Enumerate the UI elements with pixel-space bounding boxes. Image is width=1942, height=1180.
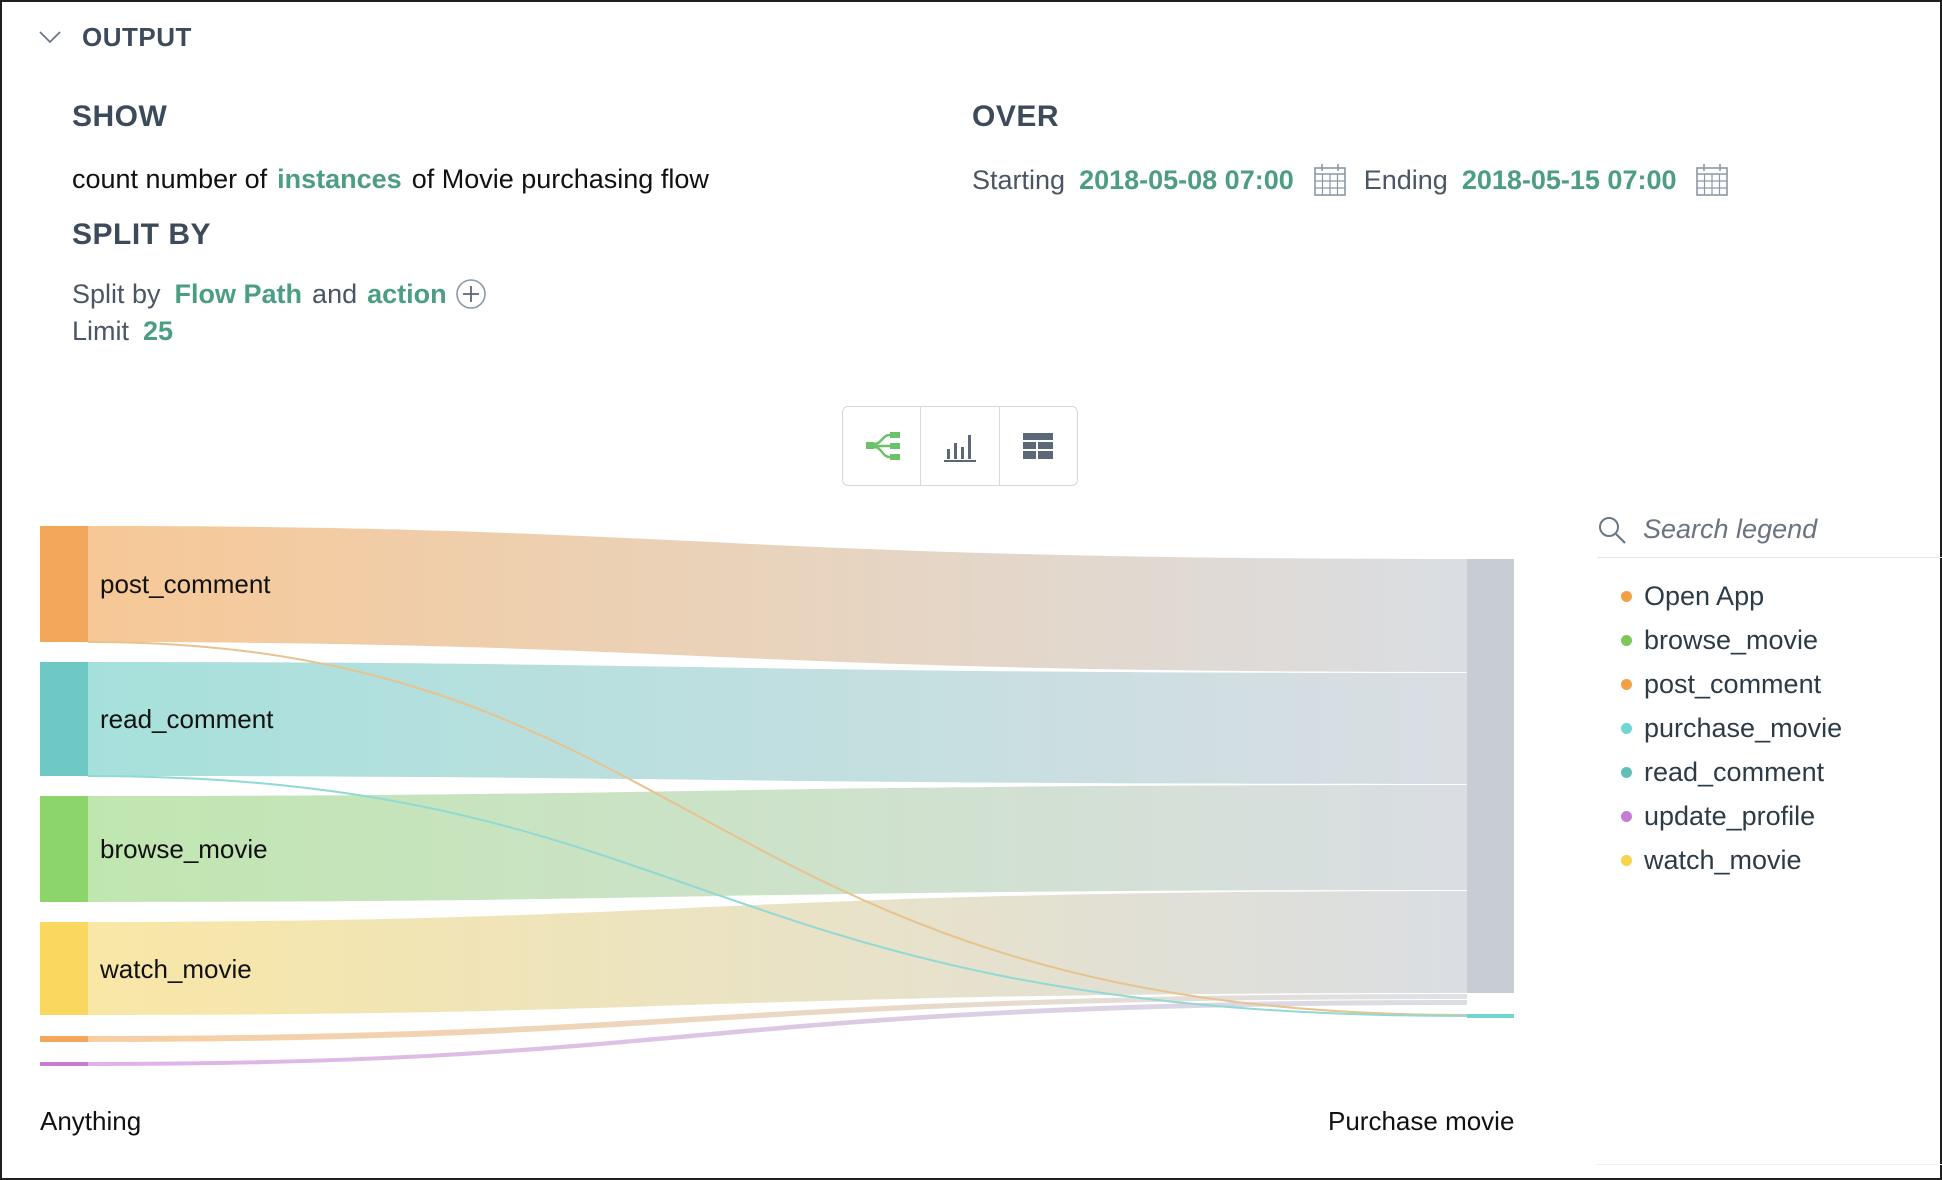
- legend-item-update-profile[interactable]: update_profile: [1621, 794, 1842, 838]
- legend-swatch: [1621, 722, 1632, 734]
- split-by-heading: SPLIT BY: [72, 218, 212, 251]
- node-label-watch_movie: watch_movie: [99, 954, 252, 984]
- bar-chart-view-button[interactable]: [920, 407, 998, 485]
- legend-item-label: purchase_movie: [1644, 712, 1843, 743]
- legend-swatch: [1621, 634, 1632, 646]
- search-icon: [1599, 516, 1626, 544]
- end-date-value[interactable]: 2018-05-15 07:00: [1462, 165, 1677, 196]
- legend-swatch: [1621, 854, 1632, 866]
- legend-item-label: browse_movie: [1644, 624, 1819, 655]
- calendar-icon[interactable]: [1312, 162, 1348, 198]
- legend-search-input[interactable]: [1643, 514, 1913, 545]
- node-purchase-movie-small[interactable]: [1467, 1014, 1514, 1018]
- output-collapse-toggle[interactable]: OUTPUT: [38, 20, 192, 54]
- legend-item-label: post_comment: [1644, 668, 1822, 699]
- split-field-action[interactable]: action: [367, 279, 447, 310]
- limit-label: Limit: [72, 316, 130, 346]
- legend-panel: Open App browse_movie post_comment purch…: [1597, 502, 1942, 1172]
- split-by-label: Split by: [72, 278, 161, 309]
- legend-swatch: [1621, 678, 1632, 690]
- node-open_app[interactable]: [40, 1036, 88, 1042]
- add-split-button[interactable]: [455, 278, 487, 310]
- node-watch_movie[interactable]: [40, 922, 88, 1015]
- flow-post_comment[interactable]: [88, 526, 1467, 672]
- flow-read_comment[interactable]: [88, 662, 1467, 784]
- source-axis-label: Anything: [40, 1106, 142, 1136]
- legend-item-watch-movie[interactable]: watch_movie: [1621, 838, 1842, 882]
- legend-item-open-app[interactable]: Open App: [1621, 574, 1842, 618]
- start-date-value[interactable]: 2018-05-08 07:00: [1079, 165, 1294, 196]
- legend-item-browse-movie[interactable]: browse_movie: [1621, 618, 1842, 662]
- split-by-row: Split by Flow Path and action: [72, 278, 487, 310]
- limit-row: Limit 25: [72, 316, 173, 347]
- show-metric-selector[interactable]: instances: [277, 164, 402, 195]
- end-label: Ending: [1363, 164, 1448, 195]
- split-connector: and: [312, 278, 358, 309]
- node-purchase-movie[interactable]: [1467, 559, 1514, 993]
- over-range: Starting 2018-05-08 07:00 Ending 2018-05…: [972, 162, 1746, 198]
- legend-search-box: [1597, 502, 1942, 558]
- node-read_comment[interactable]: [40, 662, 88, 776]
- show-heading: SHOW: [72, 100, 168, 133]
- view-switcher: [842, 406, 1078, 486]
- target-axis-label: Purchase movie: [1328, 1106, 1515, 1136]
- node-label-read_comment: read_comment: [100, 704, 274, 734]
- legend-item-post-comment[interactable]: post_comment: [1621, 662, 1842, 706]
- sankey-view-icon: [865, 432, 900, 460]
- calendar-icon[interactable]: [1694, 162, 1730, 198]
- output-panel: OUTPUT SHOW count number of instances of…: [0, 0, 1942, 1180]
- bar-chart-icon: [943, 435, 976, 462]
- sankey-view-button[interactable]: [843, 407, 920, 485]
- legend-item-label: watch_movie: [1644, 844, 1802, 875]
- legend-item-read-comment[interactable]: read_comment: [1621, 750, 1842, 794]
- legend-bottom-edge: [1597, 1164, 1942, 1172]
- over-heading: OVER: [972, 100, 1060, 133]
- table-view-icon: [1023, 433, 1054, 459]
- limit-value[interactable]: 25: [143, 316, 173, 347]
- flow-browse_movie[interactable]: [88, 785, 1467, 902]
- start-label: Starting: [972, 164, 1066, 195]
- table-view-button[interactable]: [998, 407, 1077, 485]
- show-prefix: count number of: [72, 164, 268, 194]
- node-label-browse_movie: browse_movie: [100, 834, 268, 864]
- show-sentence: count number of instances of Movie purch…: [72, 164, 709, 195]
- node-post_comment[interactable]: [40, 526, 88, 642]
- legend-list: Open App browse_movie post_comment purch…: [1621, 574, 1842, 882]
- legend-item-label: Open App: [1644, 580, 1765, 611]
- node-label-post_comment: post_comment: [100, 569, 271, 599]
- legend-item-purchase-movie[interactable]: purchase_movie: [1621, 706, 1842, 750]
- legend-item-label: update_profile: [1644, 800, 1816, 831]
- output-title: OUTPUT: [82, 21, 192, 52]
- legend-item-label: read_comment: [1644, 756, 1825, 787]
- sankey-chart: post_comment read_comment browse_movie w…: [40, 526, 1514, 1066]
- legend-swatch: [1621, 590, 1632, 602]
- split-field-flow-path[interactable]: Flow Path: [175, 279, 303, 310]
- chevron-down-icon: [39, 31, 61, 44]
- node-browse_movie[interactable]: [40, 796, 88, 902]
- legend-swatch: [1621, 810, 1632, 822]
- legend-swatch: [1621, 766, 1632, 778]
- node-update_profile[interactable]: [40, 1062, 88, 1066]
- show-suffix: of Movie purchasing flow: [411, 164, 709, 194]
